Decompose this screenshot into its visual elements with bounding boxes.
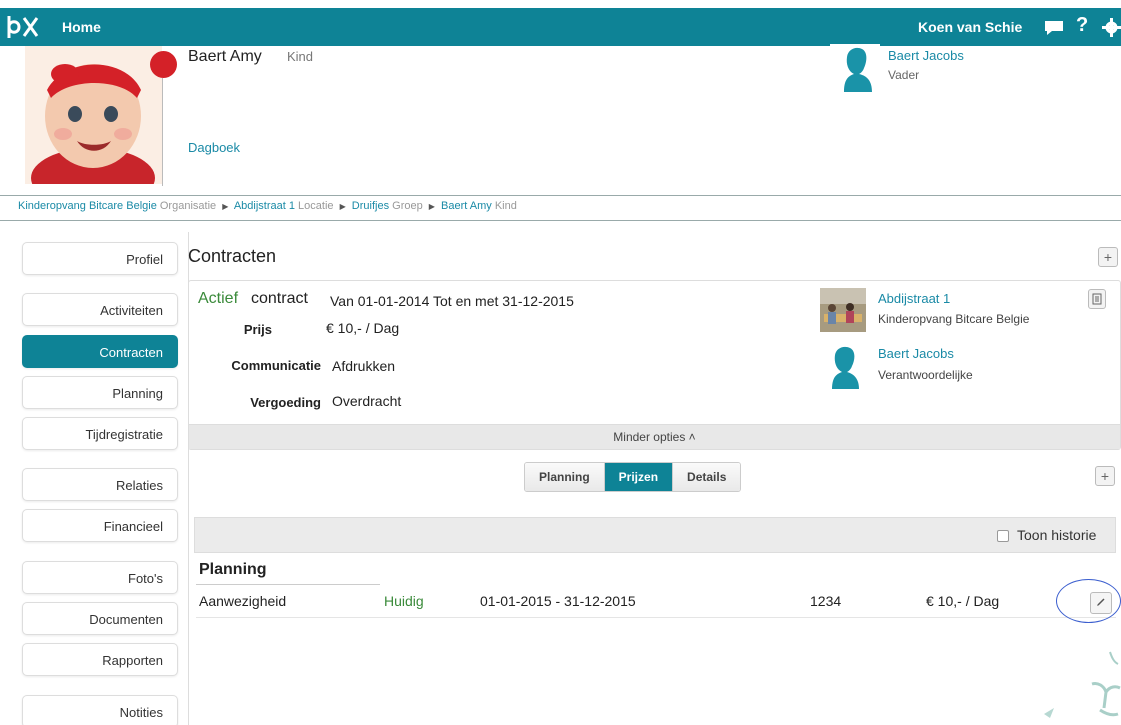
section-title: Planning bbox=[199, 561, 267, 578]
sidebar-item-relaties[interactable]: Relaties bbox=[22, 468, 178, 501]
compensation-label: Vergoeding bbox=[250, 395, 321, 410]
sidebar-item-notities[interactable]: Notities bbox=[22, 695, 178, 725]
compensation-value: Overdracht bbox=[332, 393, 402, 409]
tab-planning[interactable]: Planning bbox=[525, 463, 605, 491]
breadcrumb-child[interactable]: Baert Amy bbox=[441, 200, 492, 212]
breadcrumb-arrow-icon: ▶ bbox=[222, 202, 229, 211]
show-history-checkbox[interactable] bbox=[997, 530, 1009, 542]
sidebar-item-planning[interactable]: Planning bbox=[22, 376, 178, 409]
sidebar-item-financieel[interactable]: Financieel bbox=[22, 509, 178, 542]
contract-heading: contract bbox=[251, 290, 308, 307]
add-contract-button[interactable]: + bbox=[1098, 247, 1118, 267]
responsible-role: Verantwoordelijke bbox=[878, 368, 973, 382]
bitcare-logo-icon[interactable] bbox=[6, 14, 40, 40]
price-value: € 10,- / Dag bbox=[326, 320, 400, 336]
sidebar-item-fotos[interactable]: Foto's bbox=[22, 561, 178, 594]
section-divider bbox=[196, 584, 380, 585]
breadcrumb-arrow-icon: ▶ bbox=[428, 202, 435, 211]
breadcrumb: Kinderopvang Bitcare Belgie Organisatie … bbox=[0, 195, 1121, 221]
child-name: Baert Amy bbox=[188, 48, 262, 65]
diary-link[interactable]: Dagboek bbox=[188, 140, 240, 155]
tab-details[interactable]: Details bbox=[673, 463, 741, 491]
sidebar-item-profiel[interactable]: Profiel bbox=[22, 242, 178, 275]
child-photo[interactable] bbox=[25, 46, 162, 184]
breadcrumb-location[interactable]: Abdijstraat 1 bbox=[234, 200, 295, 212]
contract-status: Actief bbox=[198, 290, 239, 307]
contract-period: Van 01-01-2014 Tot en met 31-12-2015 bbox=[330, 293, 574, 309]
location-name-link[interactable]: Abdijstraat 1 bbox=[878, 291, 950, 306]
user-name-link[interactable]: Koen van Schie bbox=[918, 19, 1022, 35]
sidebar-item-tijdregistratie[interactable]: Tijdregistratie bbox=[22, 417, 178, 450]
sidebar-item-contracten[interactable]: Contracten bbox=[22, 335, 178, 368]
row-code: 1234 bbox=[810, 593, 842, 609]
child-role: Kind bbox=[287, 49, 314, 64]
highlight-annotation-ring bbox=[1056, 579, 1121, 623]
status-connector-line bbox=[162, 78, 163, 186]
decorative-leaves-icon bbox=[1044, 651, 1121, 718]
sidebar-item-rapporten[interactable]: Rapporten bbox=[22, 643, 178, 676]
row-price: € 10,- / Dag bbox=[926, 593, 1000, 609]
chat-icon[interactable] bbox=[1044, 20, 1064, 36]
row-type: Aanwezigheid bbox=[199, 593, 287, 609]
location-organisation: Kinderopvang Bitcare Belgie bbox=[878, 312, 1030, 326]
history-toolbar bbox=[194, 517, 1116, 553]
breadcrumb-group[interactable]: Druifjes bbox=[352, 200, 389, 212]
document-icon[interactable] bbox=[1088, 289, 1106, 309]
contract-tabs: Planning Prijzen Details bbox=[524, 462, 742, 492]
breadcrumb-arrow-icon: ▶ bbox=[339, 202, 346, 211]
gear-icon[interactable] bbox=[1102, 18, 1121, 37]
sidebar-item-documenten[interactable]: Documenten bbox=[22, 602, 178, 635]
status-indicator bbox=[150, 51, 177, 78]
breadcrumb-organisation[interactable]: Kinderopvang Bitcare Belgie bbox=[18, 200, 157, 212]
communication-label: Communicatie bbox=[231, 358, 321, 373]
tab-prijzen[interactable]: Prijzen bbox=[604, 463, 674, 491]
parent-role: Vader bbox=[888, 68, 920, 82]
row-period: 01-01-2015 - 31-12-2015 bbox=[480, 593, 636, 609]
show-history-label[interactable]: Toon historie bbox=[1017, 527, 1096, 543]
breadcrumb-group-label: Groep bbox=[392, 200, 423, 212]
help-icon[interactable]: ? bbox=[1076, 14, 1088, 37]
add-price-button[interactable]: + bbox=[1095, 466, 1115, 486]
responsible-name-link[interactable]: Baert Jacobs bbox=[878, 346, 954, 361]
communication-value: Afdrukken bbox=[332, 358, 396, 374]
location-photo[interactable] bbox=[820, 288, 866, 332]
home-link[interactable]: Home bbox=[62, 19, 101, 35]
classroom-photo-image bbox=[820, 288, 866, 332]
row-status: Huidig bbox=[384, 593, 424, 609]
top-navigation-bar: Home Koen van Schie ? bbox=[0, 8, 1121, 46]
page-title: Contracten bbox=[188, 246, 277, 266]
responsible-avatar-icon[interactable] bbox=[820, 343, 866, 389]
breadcrumb-organisation-label: Organisatie bbox=[159, 200, 217, 212]
breadcrumb-location-label: Locatie bbox=[298, 200, 334, 212]
parent-avatar-icon[interactable] bbox=[830, 44, 880, 92]
baby-photo-image bbox=[25, 46, 162, 184]
breadcrumb-child-label: Kind bbox=[494, 200, 517, 212]
less-options-toggle[interactable]: Minder opties ˄ bbox=[189, 424, 1120, 449]
row-divider bbox=[196, 617, 1116, 618]
price-label: Prijs bbox=[243, 322, 272, 337]
parent-name-link[interactable]: Baert Jacobs bbox=[888, 48, 964, 63]
